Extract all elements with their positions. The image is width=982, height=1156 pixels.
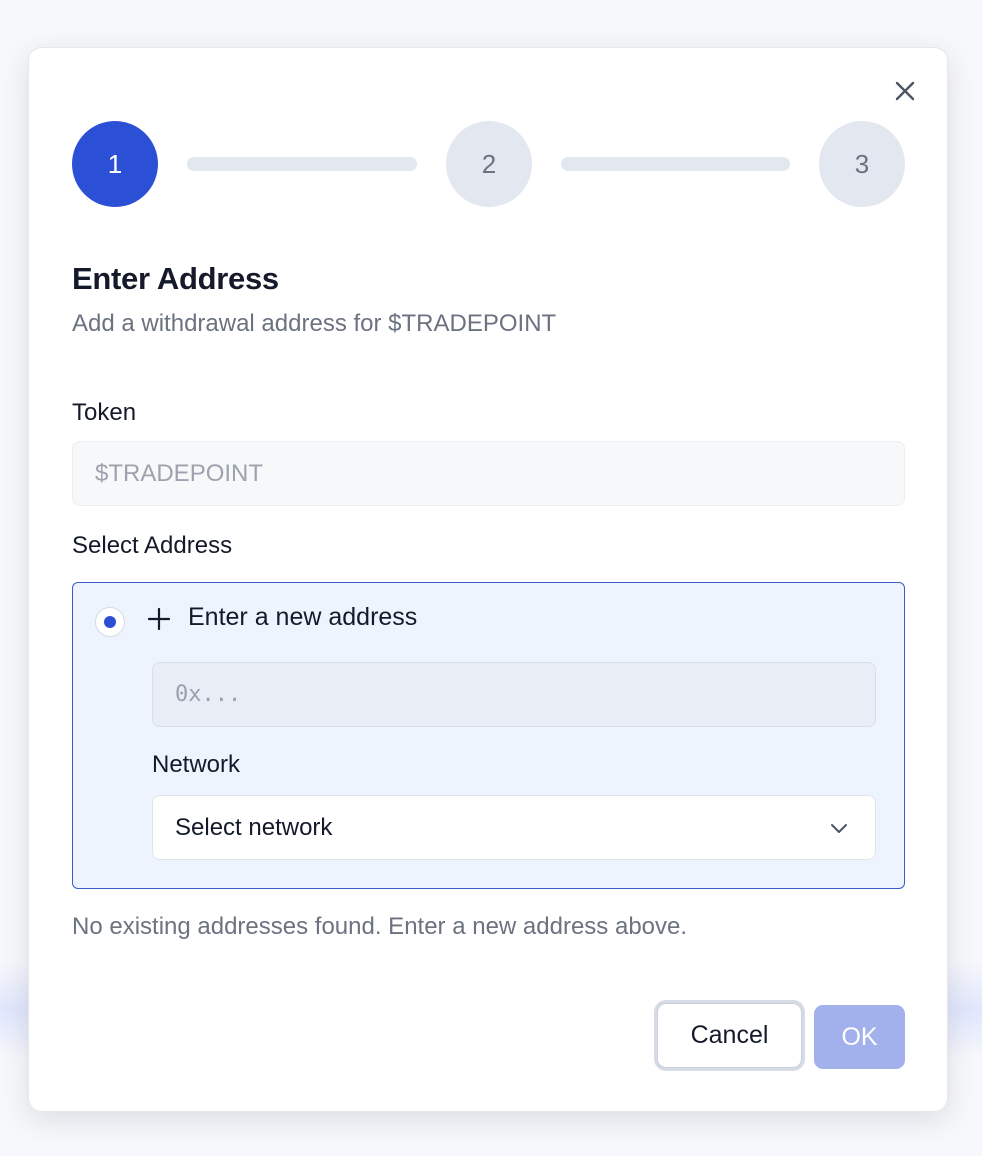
plus-icon <box>147 607 171 631</box>
step-3: 3 <box>819 121 905 207</box>
network-select[interactable]: Select network <box>152 795 876 860</box>
select-address-label: Select Address <box>72 532 233 559</box>
address-input[interactable] <box>152 662 876 727</box>
new-address-option[interactable]: Enter a new address Network Select netwo… <box>72 582 905 889</box>
cancel-button[interactable]: Cancel <box>657 1003 802 1068</box>
stepper: 1 2 3 <box>72 121 905 207</box>
step-1: 1 <box>72 121 158 207</box>
step-connector-1 <box>187 157 417 171</box>
token-label: Token <box>72 399 137 426</box>
close-button[interactable] <box>891 77 919 105</box>
ok-button[interactable]: OK <box>814 1005 905 1069</box>
step-connector-2 <box>561 157 790 171</box>
modal-title: Enter Address <box>72 261 279 296</box>
no-addresses-helper-text: No existing addresses found. Enter a new… <box>72 913 688 940</box>
network-label: Network <box>152 751 241 778</box>
new-address-radio[interactable] <box>95 607 125 637</box>
step-2: 2 <box>446 121 532 207</box>
enter-address-modal: 1 2 3 Enter Address Add a withdrawal add… <box>28 47 948 1112</box>
modal-subtitle: Add a withdrawal address for $TRADEPOINT <box>72 310 557 337</box>
new-address-label: Enter a new address <box>188 603 418 631</box>
close-icon <box>895 81 915 101</box>
radio-selected-dot <box>104 616 116 628</box>
chevron-down-icon <box>831 824 847 833</box>
network-select-value: Select network <box>175 813 333 841</box>
token-field: $TRADEPOINT <box>72 441 905 506</box>
